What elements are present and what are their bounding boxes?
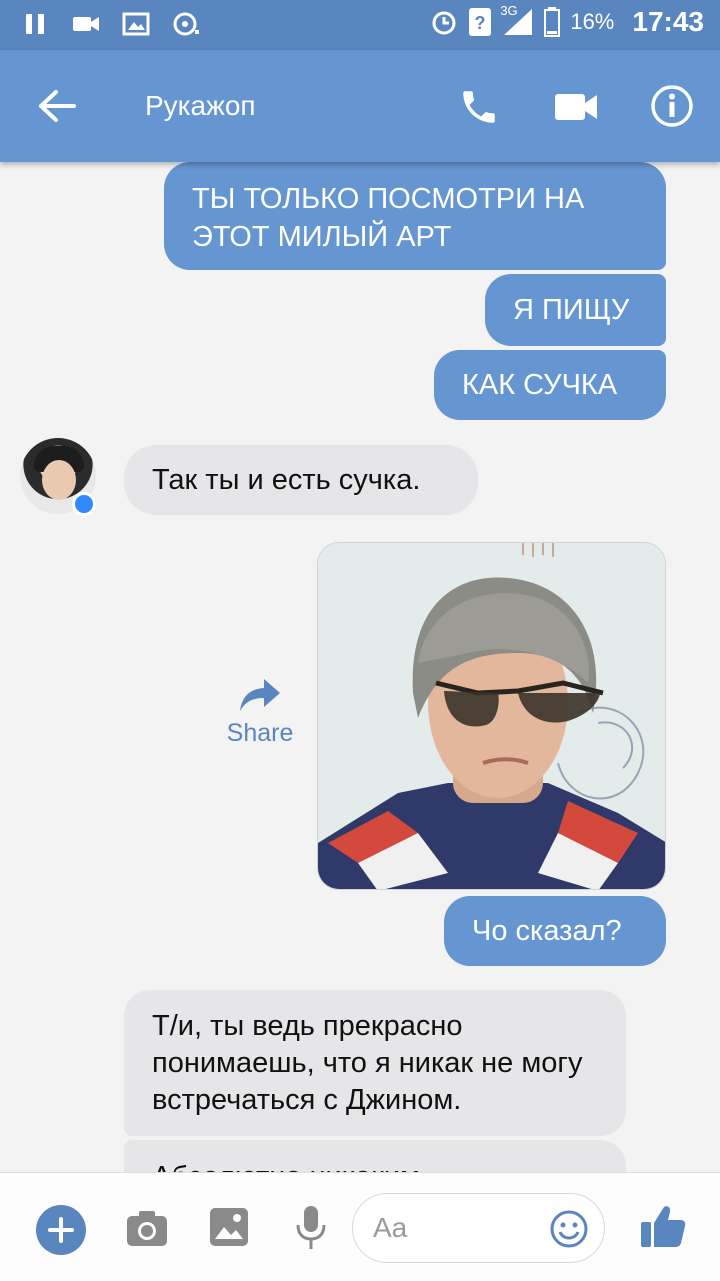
message-bubble-incoming[interactable]: Так ты и есть сучка. [124,445,478,515]
message-input[interactable]: Aa [352,1193,605,1263]
pause-icon [26,14,44,34]
message-bubble-incoming[interactable]: Абсолютно никаким [124,1140,626,1172]
conversation-header: Рукажоп [0,50,720,162]
info-icon[interactable] [650,84,694,128]
composer-bar: Aa [0,1172,720,1281]
share-arrow-icon [240,679,280,711]
plus-icon[interactable] [36,1205,86,1255]
share-button[interactable]: Share [222,677,298,748]
image-notification-icon [122,12,150,36]
battery-icon [544,7,561,37]
alarm-icon [432,11,456,35]
message-input-placeholder: Aa [373,1212,408,1243]
network-type: 3G [500,3,518,18]
share-label: Share [226,719,294,747]
signal-icon: 3G [500,3,534,37]
video-notification-icon [73,17,99,31]
back-arrow-icon[interactable] [36,88,76,124]
messenger-badge-icon [72,492,96,516]
clock: 17:43 [632,6,704,37]
video-call-icon[interactable] [554,90,598,124]
message-list[interactable]: ТЫ ТОЛЬКО ПОСМОТРИ НА ЭТОТ МИЛЫЙ АРТ Я П… [0,162,720,1172]
camera-icon[interactable] [125,1208,169,1248]
avatar-face [42,460,76,500]
microphone-icon[interactable] [295,1205,327,1251]
photo-content [318,543,665,889]
battery-percent: 16% [570,9,615,34]
message-bubble-outgoing[interactable]: Я ПИЩУ [485,274,666,346]
message-bubble-incoming[interactable]: Т/и, ты ведь прекрасно понимаешь, что я … [124,990,626,1136]
message-bubble-outgoing[interactable]: ТЫ ТОЛЬКО ПОСМОТРИ НА ЭТОТ МИЛЫЙ АРТ [164,162,666,270]
phone-call-icon[interactable] [458,86,500,128]
status-right: ? 3G 16% 17:43 [430,3,704,38]
emoji-icon[interactable] [549,1209,589,1249]
svg-text:?: ? [475,13,486,33]
status-bar: ? 3G 16% 17:43 [0,0,720,50]
sim-unknown-icon: ? [469,8,492,36]
disc-notification-icon [173,12,199,36]
contact-name[interactable]: Рукажоп [145,90,256,122]
shared-photo[interactable] [317,542,666,890]
thumbs-up-icon[interactable] [640,1203,686,1249]
notification-icons [22,10,200,38]
message-bubble-outgoing[interactable]: Чо сказал? [444,896,666,966]
message-bubble-outgoing[interactable]: КАК СУЧКА [434,350,666,420]
gallery-icon[interactable] [209,1207,249,1247]
